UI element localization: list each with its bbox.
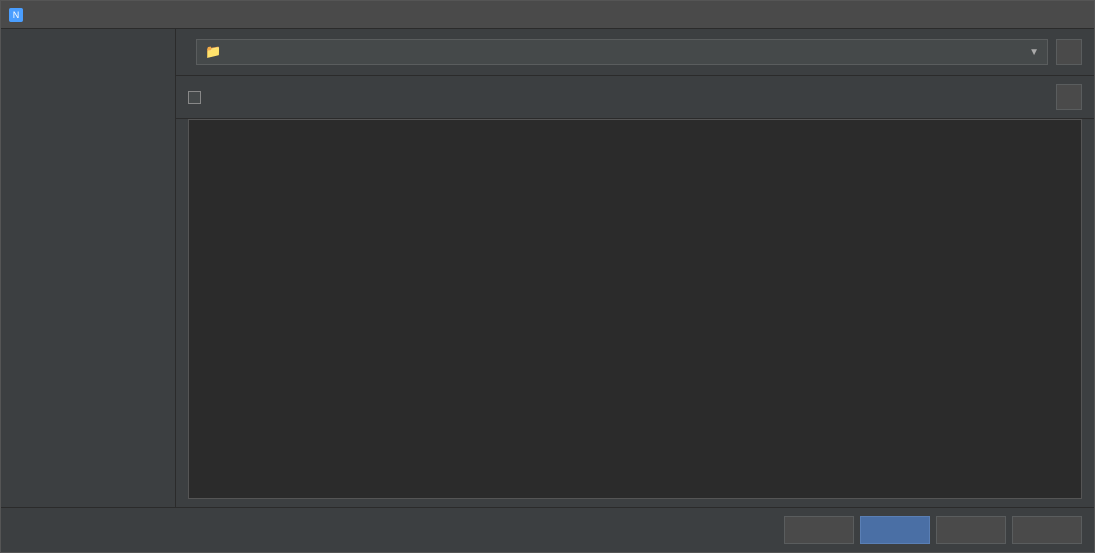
new-project-dialog: N 📁 ▼ xyxy=(0,0,1095,553)
help-button[interactable] xyxy=(1012,516,1082,544)
cancel-button[interactable] xyxy=(936,516,1006,544)
sdk-folder-icon: 📁 xyxy=(205,44,221,60)
next-button[interactable] xyxy=(860,516,930,544)
main-panel: 📁 ▼ xyxy=(176,29,1094,507)
add-archetype-button[interactable] xyxy=(1056,84,1082,110)
create-from-archetype-checkbox[interactable] xyxy=(188,91,201,104)
archetype-left xyxy=(188,91,207,104)
title-bar: N xyxy=(1,1,1094,29)
previous-button[interactable] xyxy=(784,516,854,544)
sdk-dropdown-arrow: ▼ xyxy=(1029,47,1039,58)
archetype-row xyxy=(176,76,1094,119)
footer xyxy=(1,507,1094,552)
sdk-dropdown[interactable]: 📁 ▼ xyxy=(196,39,1048,65)
new-sdk-button[interactable] xyxy=(1056,39,1082,65)
sidebar xyxy=(1,29,176,507)
sdk-row: 📁 ▼ xyxy=(176,29,1094,76)
dialog-content: 📁 ▼ xyxy=(1,29,1094,507)
dialog-icon: N xyxy=(9,8,23,22)
archetype-list[interactable] xyxy=(188,119,1082,499)
sdk-value-display: 📁 xyxy=(205,44,225,60)
